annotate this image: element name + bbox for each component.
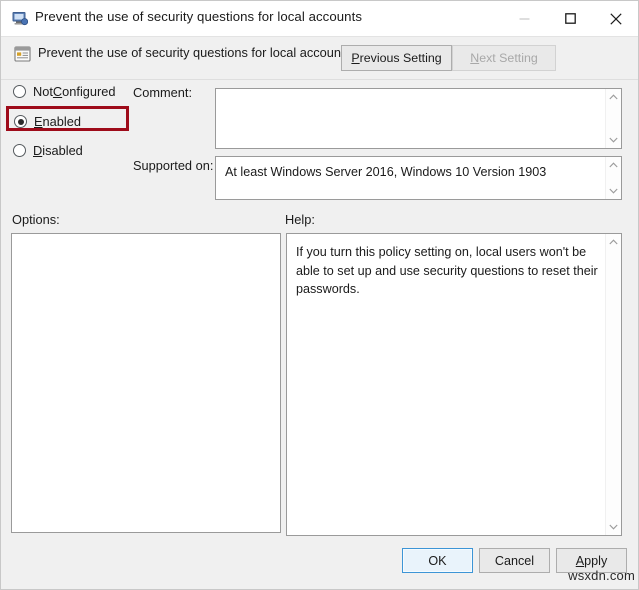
- comment-input[interactable]: [215, 88, 622, 149]
- title-bar: Prevent the use of security questions fo…: [0, 0, 639, 37]
- policy-window-icon: [12, 11, 29, 26]
- scroll-down-icon[interactable]: [606, 183, 622, 199]
- policy-setting-icon: [14, 46, 31, 62]
- scroll-up-icon[interactable]: [606, 157, 622, 173]
- help-panel[interactable]: If you turn this policy setting on, loca…: [286, 233, 622, 536]
- apply-button-label-after: pply: [584, 553, 608, 568]
- policy-header-band: Prevent the use of security questions fo…: [0, 37, 639, 80]
- minimize-icon[interactable]: [501, 0, 547, 37]
- scroll-down-icon[interactable]: [606, 132, 622, 148]
- comment-scrollbar[interactable]: [605, 89, 621, 148]
- scroll-up-icon[interactable]: [606, 89, 622, 105]
- comment-value: [216, 89, 604, 148]
- window-title: Prevent the use of security questions fo…: [35, 9, 363, 24]
- policy-setting-name: Prevent the use of security questions fo…: [38, 45, 351, 60]
- help-label: Help:: [285, 212, 315, 227]
- radio-circle-not-configured: [13, 85, 26, 98]
- cancel-button[interactable]: Cancel: [479, 548, 550, 573]
- ok-button-label: OK: [428, 553, 447, 568]
- radio-not-configured[interactable]: Not Configured: [13, 84, 116, 99]
- close-icon[interactable]: [593, 0, 639, 37]
- supported-on-label: Supported on:: [133, 158, 214, 173]
- supported-on-scrollbar[interactable]: [605, 157, 621, 199]
- next-setting-label-after: ext Setting: [479, 51, 538, 65]
- comment-label: Comment:: [133, 85, 193, 100]
- radio-accel-disabled: D: [33, 143, 43, 158]
- site-watermark: wsxdn.com: [568, 568, 635, 583]
- options-panel[interactable]: [11, 233, 281, 533]
- maximize-icon[interactable]: [547, 0, 593, 37]
- cancel-button-label: Cancel: [494, 553, 535, 568]
- radio-accel-not-configured: C: [52, 84, 63, 99]
- apply-button-accel: A: [575, 553, 585, 568]
- help-scrollbar[interactable]: [605, 234, 621, 535]
- previous-setting-label-after: revious Setting: [359, 51, 442, 65]
- scroll-up-icon[interactable]: [606, 234, 622, 250]
- supported-on-value: At least Windows Server 2016, Windows 10…: [225, 165, 547, 179]
- options-label: Options:: [12, 212, 60, 227]
- radio-circle-disabled: [13, 144, 26, 157]
- group-policy-setting-dialog: Prevent the use of security questions fo…: [0, 0, 639, 590]
- radio-label-not-configured-after: onfigured: [62, 84, 116, 99]
- radio-disabled[interactable]: Disabled: [13, 143, 83, 158]
- window-controls: [501, 0, 639, 37]
- next-setting-button: Next Setting: [452, 45, 556, 71]
- scroll-down-icon[interactable]: [606, 519, 622, 535]
- enabled-highlight-annotation: [6, 106, 129, 131]
- supported-on-field[interactable]: At least Windows Server 2016, Windows 10…: [215, 156, 622, 200]
- next-setting-accel: N: [470, 51, 480, 65]
- previous-setting-accel: P: [351, 51, 360, 65]
- ok-button[interactable]: OK: [402, 548, 473, 573]
- help-text: If you turn this policy setting on, loca…: [296, 245, 598, 296]
- previous-setting-button[interactable]: Previous Setting: [341, 45, 452, 71]
- radio-label-disabled-after: isabled: [42, 143, 83, 158]
- radio-label-not-configured-before: Not: [33, 84, 53, 99]
